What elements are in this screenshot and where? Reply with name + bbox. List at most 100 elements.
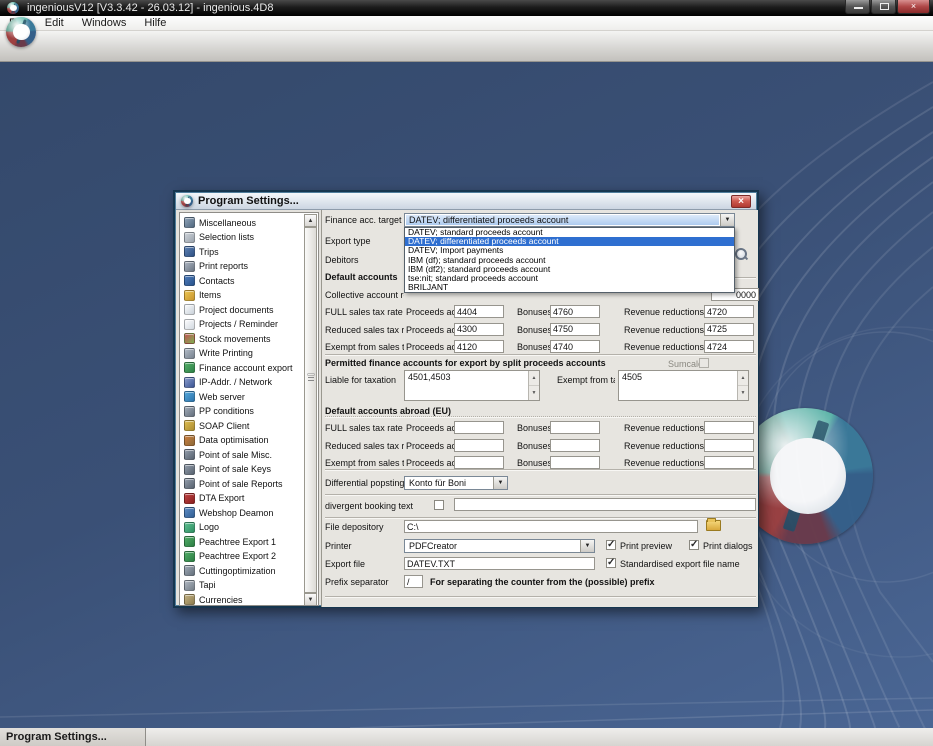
bonuses-field[interactable] [550, 340, 600, 353]
sidebar-item[interactable]: Point of sale Misc. [181, 447, 305, 462]
dropdown-option[interactable]: DATEV; Import payments [405, 246, 734, 255]
printer-label: Printer [325, 541, 352, 551]
divergent-booking-checkbox[interactable] [434, 500, 444, 510]
export-file-field[interactable] [404, 557, 595, 570]
dropdown-option[interactable]: IBM (df2); standard proceeds account [405, 265, 734, 274]
revenue-reductions-field[interactable] [704, 340, 754, 353]
field-label: Proceeds acc [406, 307, 461, 317]
minimize-button[interactable] [845, 0, 870, 14]
window-titlebar: ingeniousV12 [V3.3.42 - 26.03.12] - inge… [0, 0, 933, 16]
sidebar-item[interactable]: Write Printing [181, 346, 305, 361]
sidebar-item[interactable]: Miscellaneous [181, 215, 305, 230]
sidebar-item[interactable]: Project documents [181, 302, 305, 317]
folder-icon[interactable] [706, 518, 721, 531]
sidebar-item[interactable]: Selection lists [181, 230, 305, 245]
menu-windows[interactable]: Windows [73, 16, 136, 31]
proceeds-account-field[interactable] [454, 456, 504, 469]
file-depository-field[interactable] [404, 520, 698, 533]
sidebar-item[interactable]: Finance account export [181, 360, 305, 375]
sidebar-item[interactable]: Contacts [181, 273, 305, 288]
sidebar-item[interactable]: Data optimisation [181, 433, 305, 448]
sidebar-item[interactable]: Point of sale Keys [181, 462, 305, 477]
scroll-down-icon[interactable]: ▼ [304, 593, 317, 605]
export-file-label: Export file [325, 559, 366, 569]
dropdown-option[interactable]: BRILJANT [405, 283, 734, 292]
search-icon[interactable] [734, 247, 748, 261]
prefix-separator-field[interactable] [404, 575, 423, 588]
items-icon [184, 289, 195, 301]
sidebar-item[interactable]: DTA Export [181, 491, 305, 506]
export-type-label: Export type [325, 236, 371, 246]
sidebar-item[interactable]: Web server [181, 389, 305, 404]
sidebar-scrollbar[interactable]: ▲ ▼ [304, 214, 317, 605]
sidebar-item[interactable]: Cuttingoptimization [181, 563, 305, 578]
sidebar-item[interactable]: Peachtree Export 2 [181, 549, 305, 564]
revenue-reductions-field[interactable] [704, 438, 754, 452]
print-dialogs-checkbox[interactable] [689, 539, 699, 550]
finance-account-export-icon [184, 362, 195, 373]
proceeds-account-field[interactable] [454, 305, 504, 318]
sidebar-item[interactable]: Peachtree Export 1 [181, 534, 305, 549]
revenue-reductions-field[interactable] [704, 322, 754, 336]
revenue-reductions-field[interactable] [704, 456, 754, 469]
dialog-close-button[interactable]: × [731, 195, 751, 208]
sidebar-item[interactable]: Print reports [181, 259, 305, 274]
proceeds-account-field[interactable] [454, 438, 504, 452]
sidebar-item[interactable]: Tapi [181, 578, 305, 593]
sidebar-item[interactable]: PP conditions [181, 404, 305, 419]
chevron-down-icon[interactable]: ▼ [580, 540, 594, 552]
close-button[interactable]: × [897, 0, 930, 14]
sidebar-item-label: Peachtree Export 1 [199, 536, 277, 547]
dropdown-option[interactable]: DATEV; differentiated proceeds account [405, 237, 734, 247]
differential-posting-combobox[interactable]: Konto für Boni ▼ [404, 476, 508, 490]
brand-logo-button[interactable] [6, 17, 36, 47]
field-label: Revenue reductions [624, 324, 705, 335]
bonuses-field[interactable] [550, 305, 600, 318]
liable-taxation-textarea[interactable]: 4501,4503 ▲ ▼ [404, 370, 540, 401]
menu-edit[interactable]: Edit [36, 16, 73, 31]
revenue-reductions-field[interactable] [704, 305, 754, 318]
exempt-taxation-textarea[interactable]: 4505 ▲ ▼ [618, 370, 749, 401]
revenue-reductions-field[interactable] [704, 421, 754, 434]
sidebar-item[interactable]: Webshop Deamon [181, 505, 305, 520]
chevron-down-icon[interactable]: ▼ [493, 477, 507, 489]
sidebar-item[interactable]: Stock movements [181, 331, 305, 346]
print-preview-checkbox[interactable] [606, 539, 616, 550]
finance-target-dropdown-list: DATEV; standard proceeds account DATEV; d… [404, 227, 735, 294]
sidebar-item[interactable]: Point of sale Reports [181, 476, 305, 491]
sidebar-item[interactable]: Items [181, 288, 305, 303]
sidebar-item-label: Items [199, 290, 222, 300]
bonuses-field[interactable] [550, 456, 600, 469]
proceeds-account-field[interactable] [454, 421, 504, 434]
sidebar-item[interactable]: Logo [181, 520, 305, 535]
dropdown-option[interactable]: DATEV; standard proceeds account [405, 228, 734, 237]
dropdown-option[interactable]: IBM (df); standard proceeds account [405, 256, 734, 265]
scrollbar-thumb[interactable] [304, 227, 317, 593]
sidebar-item[interactable]: IP-Addr. / Network [181, 375, 305, 390]
sidebar-item[interactable]: SOAP Client [181, 418, 305, 433]
maximize-button[interactable] [871, 0, 896, 14]
standardised-name-checkbox[interactable] [606, 557, 616, 568]
bonuses-field[interactable] [550, 421, 600, 434]
bonuses-field[interactable] [550, 322, 600, 336]
finance-target-combobox[interactable]: DATEV; differentiated proceeds account ▼ [404, 213, 735, 227]
dialog-titlebar[interactable]: Program Settings... × [176, 193, 756, 210]
sumcalc-checkbox[interactable] [699, 358, 709, 368]
spinner-icon[interactable]: ▲ ▼ [528, 371, 539, 400]
bonuses-field[interactable] [550, 438, 600, 452]
scroll-up-icon[interactable]: ▲ [304, 214, 317, 227]
settings-panel: Finance acc. target f DATEV; differentia… [321, 210, 759, 607]
divergent-booking-field[interactable] [454, 498, 756, 511]
printer-combobox[interactable]: PDFCreator ▼ [404, 539, 595, 553]
chevron-down-icon[interactable]: ▼ [720, 214, 734, 226]
sidebar-item[interactable]: Projects / Reminder [181, 317, 305, 332]
dropdown-option[interactable]: tse:nit; standard proceeds account [405, 274, 734, 283]
print-dialogs-label: Print dialogs [703, 541, 753, 551]
spinner-icon[interactable]: ▲ ▼ [737, 371, 748, 400]
proceeds-account-field[interactable] [454, 322, 504, 336]
proceeds-account-field[interactable] [454, 340, 504, 353]
statusbar-cell[interactable]: Program Settings... [0, 728, 146, 746]
sidebar-item[interactable]: Trips [181, 244, 305, 259]
menu-hilfe[interactable]: Hilfe [135, 16, 175, 31]
sidebar-item[interactable]: Currencies [181, 592, 305, 605]
